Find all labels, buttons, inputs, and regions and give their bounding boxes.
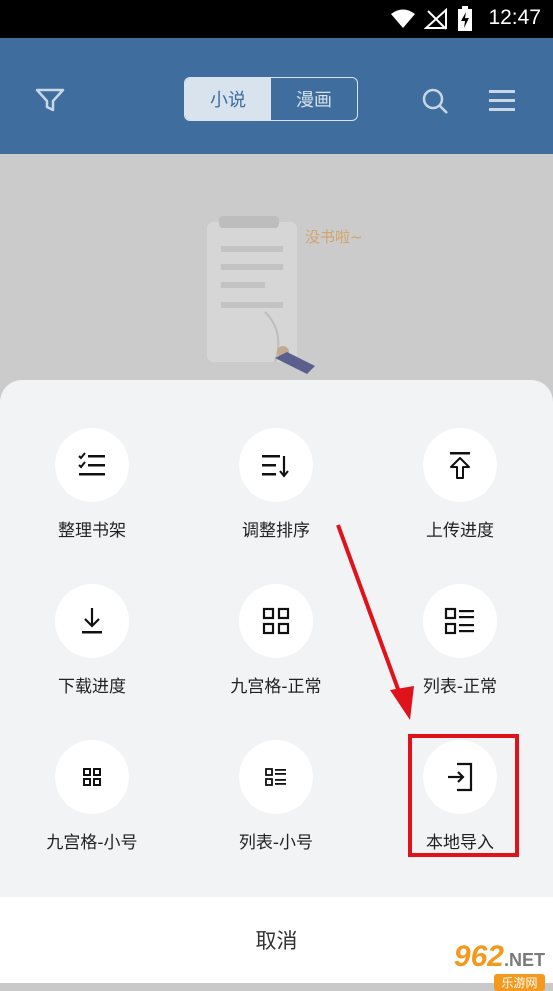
menu-icon[interactable] [488,88,516,112]
battery-charging-icon [458,6,472,31]
empty-text: 没书啦~ [305,228,363,246]
search-icon[interactable] [420,86,450,116]
grid-icon [262,607,290,635]
item-label: 下载进度 [58,677,126,697]
organize-shelf-icon [78,452,105,476]
watermark-logo: 962 .NET 乐游网 [453,940,545,991]
item-label: 九宫格-小号 [46,833,138,853]
list-icon [444,607,474,635]
bookshelf-area: 没书啦~ [0,154,553,394]
no-signal-icon [424,8,447,30]
clock: 12:47 [488,6,541,29]
grid-small-button[interactable]: 九宫格-小号 [12,740,172,853]
sort-icon [262,455,289,478]
tab-comic[interactable]: 漫画 [271,78,357,120]
category-tabs: 小说 漫画 [184,77,358,121]
filter-icon[interactable] [34,86,66,114]
list-small-icon [265,768,286,786]
download-progress-button[interactable]: 下载进度 [12,584,172,697]
download-icon [82,608,102,634]
status-bar: 12:47 [0,0,553,38]
tab-novel[interactable]: 小说 [185,78,271,120]
upload-icon [450,452,470,479]
wifi-icon [391,9,415,28]
organize-shelf-button[interactable]: 整理书架 [12,428,172,541]
highlight-box [408,734,519,857]
red-arrow-annotation [336,524,414,720]
list-small-button[interactable]: 列表-小号 [196,740,356,853]
grid-small-icon [83,768,101,786]
item-label: 列表-小号 [238,833,314,853]
item-label: 整理书架 [58,521,126,541]
